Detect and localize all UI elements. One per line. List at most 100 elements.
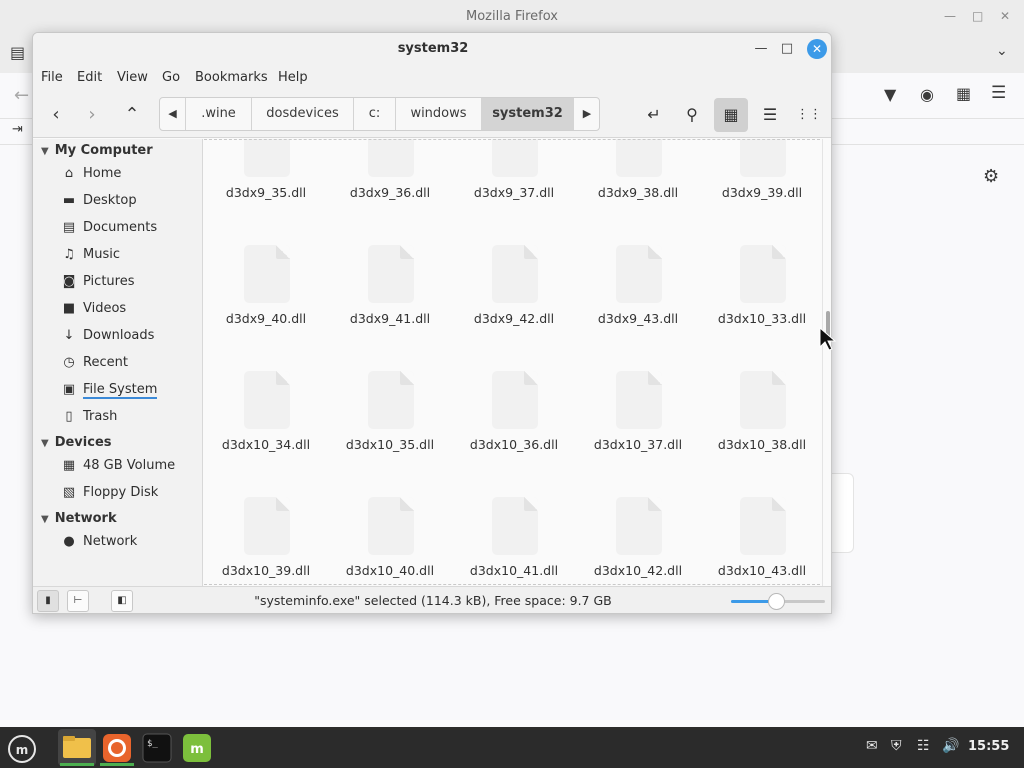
sidebar-item-downloads[interactable]: ↓ Downloads bbox=[61, 324, 199, 348]
terminal-icon[interactable]: $_ bbox=[138, 729, 176, 766]
network-icon[interactable]: ☷ bbox=[917, 738, 930, 754]
firefox-icon[interactable] bbox=[98, 729, 136, 766]
ff-account-icon[interactable]: ◉ bbox=[920, 85, 934, 104]
sidebar-item-file-system[interactable]: ▣ File System bbox=[61, 378, 199, 402]
ff-close-icon[interactable]: ✕ bbox=[1000, 9, 1010, 23]
scroll-edge-bottom bbox=[204, 584, 820, 585]
sidebar-item-recent[interactable]: ◷ Recent bbox=[61, 351, 199, 375]
file-item[interactable]: d3dx9_43.dll bbox=[576, 245, 700, 335]
breadcrumb-right-arrow-icon[interactable]: ▶ bbox=[574, 98, 599, 130]
maximize-icon[interactable]: □ bbox=[779, 41, 795, 57]
file-item[interactable]: d3dx10_39.dll bbox=[204, 497, 328, 586]
ff-tab-manager-icon[interactable]: ▤ bbox=[10, 43, 25, 62]
file-item[interactable]: d3dx9_41.dll bbox=[328, 245, 452, 335]
sidebar-item-pictures[interactable]: ◙ Pictures bbox=[61, 270, 199, 294]
sidebar-item-label: Pictures bbox=[83, 274, 135, 289]
sidebar-section-header[interactable]: ▼ Network bbox=[41, 511, 117, 526]
sidebar-item-music[interactable]: ♫ Music bbox=[61, 243, 199, 267]
sidebar-item-documents[interactable]: ▤ Documents bbox=[61, 216, 199, 240]
file-item[interactable]: d3dx10_33.dll bbox=[700, 245, 820, 335]
file-item[interactable]: d3dx10_42.dll bbox=[576, 497, 700, 586]
expander-triangle-icon[interactable]: ▼ bbox=[41, 438, 49, 449]
download-icon: ↓ bbox=[63, 328, 75, 343]
menu-view[interactable]: View bbox=[117, 70, 148, 85]
ff-pocket-icon[interactable]: ▼ bbox=[884, 85, 896, 104]
crumb-dosdevices[interactable]: dosdevices bbox=[252, 98, 354, 130]
file-item[interactable]: d3dx10_43.dll bbox=[700, 497, 820, 586]
hide-sidebar-icon[interactable]: ◧ bbox=[111, 590, 133, 612]
toggle-location-icon[interactable]: ↵ bbox=[637, 98, 671, 132]
sidebar-item-48-gb-volume[interactable]: ▦ 48 GB Volume bbox=[61, 454, 199, 478]
trash-icon: ▯ bbox=[65, 409, 73, 424]
mint-menu-icon[interactable]: m bbox=[2, 729, 40, 766]
menu-bookmarks[interactable]: Bookmarks bbox=[195, 70, 268, 85]
menu-file[interactable]: File bbox=[41, 70, 63, 85]
file-item[interactable]: d3dx10_40.dll bbox=[328, 497, 452, 586]
show-places-icon[interactable]: ▮ bbox=[37, 590, 59, 612]
notifications-icon[interactable]: ✉ bbox=[866, 738, 878, 754]
close-icon[interactable]: ✕ bbox=[807, 39, 827, 59]
sidebar-item-home[interactable]: ⌂ Home bbox=[61, 162, 199, 186]
ff-back-icon[interactable]: ← bbox=[14, 85, 29, 106]
ff-settings-gear-icon[interactable]: ⚙ bbox=[983, 166, 999, 187]
volume-icon[interactable]: 🔊 bbox=[942, 738, 959, 754]
ff-import-icon[interactable]: ⇥ bbox=[12, 122, 23, 137]
search-icon[interactable]: ⚲ bbox=[675, 98, 709, 132]
menu-help[interactable]: Help bbox=[278, 70, 308, 85]
mintinstall-icon[interactable]: m bbox=[178, 729, 216, 766]
shield-icon[interactable]: ⛨ bbox=[891, 738, 902, 754]
file-item[interactable]: d3dx9_40.dll bbox=[204, 245, 328, 335]
list-view-icon[interactable]: ☰ bbox=[753, 98, 787, 132]
zoom-slider-knob[interactable] bbox=[768, 593, 786, 610]
file-item[interactable]: d3dx10_36.dll bbox=[452, 371, 576, 461]
file-item[interactable]: d3dx10_38.dll bbox=[700, 371, 820, 461]
expander-triangle-icon[interactable]: ▼ bbox=[41, 514, 49, 525]
vertical-scrollbar[interactable] bbox=[822, 139, 831, 586]
files-icon[interactable] bbox=[58, 729, 96, 766]
minimize-icon[interactable]: — bbox=[753, 41, 769, 57]
ff-menu-icon[interactable]: ☰ bbox=[991, 83, 1006, 103]
file-item[interactable]: d3dx9_39.dll bbox=[700, 139, 820, 209]
file-item[interactable]: d3dx10_34.dll bbox=[204, 371, 328, 461]
crumb-wine[interactable]: .wine bbox=[186, 98, 252, 130]
sidebar-item-videos[interactable]: ■ Videos bbox=[61, 297, 199, 321]
ff-minimize-icon[interactable]: — bbox=[944, 9, 956, 23]
ff-list-tabs-chevron-icon[interactable]: ⌄ bbox=[996, 43, 1008, 59]
zoom-slider[interactable] bbox=[731, 593, 825, 610]
file-grid[interactable]: d3dx9_35.dll d3dx9_36.dll d3dx9_37.dll d3dx… bbox=[204, 139, 820, 586]
dll-file-icon bbox=[244, 245, 290, 303]
crumb-c[interactable]: c: bbox=[354, 98, 396, 130]
breadcrumb-left-arrow-icon[interactable]: ◀ bbox=[160, 98, 186, 130]
crumb-system32[interactable]: system32 bbox=[482, 98, 574, 130]
sidebar-item-network[interactable]: ● Network bbox=[61, 530, 199, 554]
forward-icon[interactable]: › bbox=[77, 100, 107, 130]
clock[interactable]: 15:55 bbox=[968, 739, 1009, 754]
compact-view-icon[interactable]: ⋮⋮ bbox=[792, 98, 826, 132]
sidebar-section-header[interactable]: ▼ My Computer bbox=[41, 143, 153, 158]
up-icon[interactable]: ⌃ bbox=[117, 100, 147, 130]
crumb-windows[interactable]: windows bbox=[396, 98, 482, 130]
menu-edit[interactable]: Edit bbox=[77, 70, 102, 85]
sidebar-item-desktop[interactable]: ▬ Desktop bbox=[61, 189, 199, 213]
ff-maximize-icon[interactable]: □ bbox=[972, 9, 983, 23]
back-icon[interactable]: ‹ bbox=[41, 100, 71, 130]
icon-view-icon[interactable]: ▦ bbox=[714, 98, 748, 132]
file-item[interactable]: d3dx9_35.dll bbox=[204, 139, 328, 209]
menu-go[interactable]: Go bbox=[162, 70, 180, 85]
file-name: d3dx9_38.dll bbox=[597, 185, 679, 200]
file-item[interactable]: d3dx9_38.dll bbox=[576, 139, 700, 209]
dll-file-icon bbox=[244, 497, 290, 555]
sidebar-item-trash[interactable]: ▯ Trash bbox=[61, 405, 199, 429]
file-item[interactable]: d3dx10_37.dll bbox=[576, 371, 700, 461]
sidebar-item-label: Network bbox=[83, 534, 138, 549]
file-item[interactable]: d3dx9_37.dll bbox=[452, 139, 576, 209]
file-item[interactable]: d3dx10_41.dll bbox=[452, 497, 576, 586]
sidebar-item-floppy-disk[interactable]: ▧ Floppy Disk bbox=[61, 481, 199, 505]
ff-extensions-icon[interactable]: ▦ bbox=[956, 84, 971, 103]
show-treeview-icon[interactable]: ⊢ bbox=[67, 590, 89, 612]
sidebar-section-header[interactable]: ▼ Devices bbox=[41, 435, 112, 450]
file-item[interactable]: d3dx10_35.dll bbox=[328, 371, 452, 461]
file-item[interactable]: d3dx9_42.dll bbox=[452, 245, 576, 335]
expander-triangle-icon[interactable]: ▼ bbox=[41, 146, 49, 157]
file-item[interactable]: d3dx9_36.dll bbox=[328, 139, 452, 209]
